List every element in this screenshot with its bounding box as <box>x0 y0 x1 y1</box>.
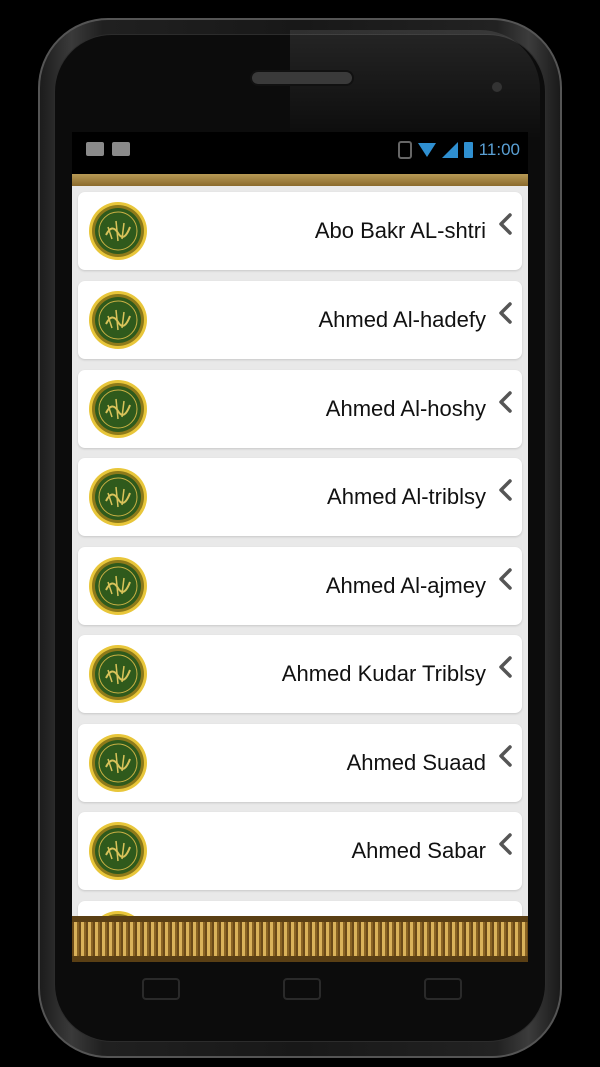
chevron-left-icon <box>499 213 512 235</box>
status-bar: 11:00 <box>72 132 528 174</box>
list-item[interactable]: Ahmed Suaad <box>78 724 522 802</box>
list-item[interactable]: Ahmed Al-ajmey <box>78 547 522 625</box>
signal-icon <box>441 142 458 158</box>
quran-emblem-icon <box>89 468 147 526</box>
menu-key-icon[interactable] <box>142 978 180 1000</box>
list-item[interactable]: Ahmed Al-triblsy <box>78 458 522 536</box>
reciter-name: Ahmed Kudar Triblsy <box>281 661 486 686</box>
quran-emblem-icon <box>89 557 147 615</box>
bottom-ornament-border <box>72 916 528 962</box>
list-item[interactable]: Ahmed Kudar Triblsy <box>78 635 522 713</box>
rotate-icon <box>397 141 412 159</box>
mail-icon <box>86 142 104 156</box>
reciter-name: Ahmed Suaad <box>346 750 486 775</box>
reciter-name: Abo Bakr AL-shtri <box>314 218 486 243</box>
reciter-name: Ahmed Al-triblsy <box>327 484 486 509</box>
quran-emblem-icon <box>89 734 147 792</box>
app-screen: 11:00 Abo Bakr AL-shtri Ahmed Al-hadefy … <box>72 132 528 962</box>
chevron-left-icon <box>499 302 512 324</box>
chevron-left-icon <box>499 833 512 855</box>
chevron-left-icon <box>499 656 512 678</box>
chevron-left-icon <box>499 568 512 590</box>
home-key-icon[interactable] <box>283 978 321 1000</box>
notification-icons <box>86 142 130 156</box>
wifi-icon <box>417 143 436 157</box>
system-status: 11:00 <box>397 140 520 160</box>
quran-emblem-icon <box>89 822 147 880</box>
quran-emblem-icon <box>89 202 147 260</box>
list-item[interactable]: Ahmed Al-hoshy <box>78 370 522 448</box>
earpiece-speaker <box>250 70 354 86</box>
android-icon <box>112 142 130 156</box>
list-item[interactable]: Ahmed Sabar <box>78 812 522 890</box>
quran-emblem-icon <box>89 645 147 703</box>
hardware-nav-keys <box>0 978 600 1008</box>
chevron-left-icon <box>499 391 512 413</box>
list-item[interactable]: Ahmed Al-hadefy <box>78 281 522 359</box>
status-clock: 11:00 <box>478 140 520 159</box>
quran-emblem-icon <box>89 291 147 349</box>
back-key-icon[interactable] <box>424 978 462 1000</box>
chevron-left-icon <box>499 479 512 501</box>
reciter-name: Ahmed Sabar <box>351 838 486 863</box>
reciter-name: Ahmed Al-hoshy <box>325 396 486 421</box>
reciter-name: Ahmed Al-ajmey <box>325 573 486 598</box>
quran-emblem-icon <box>89 380 147 438</box>
list-item[interactable]: Abo Bakr AL-shtri <box>78 192 522 270</box>
header-gold-bar <box>72 174 528 186</box>
reciter-name: Ahmed Al-hadefy <box>318 307 486 332</box>
chevron-left-icon <box>499 745 512 767</box>
front-camera <box>492 82 502 92</box>
battery-icon <box>463 142 473 158</box>
